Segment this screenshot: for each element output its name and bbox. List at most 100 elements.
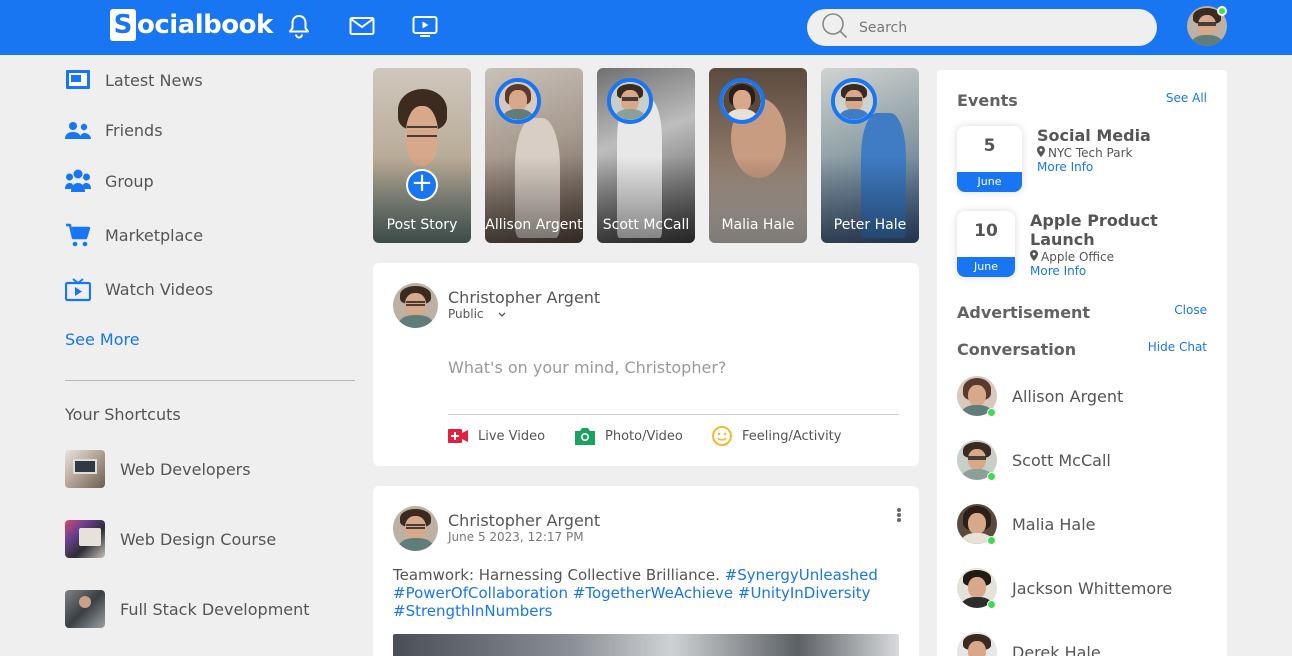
tv-icon	[65, 276, 91, 302]
feeling-activity-button[interactable]: Feeling/Activity	[712, 426, 841, 446]
more-info-link[interactable]: More Info	[1030, 264, 1210, 278]
shortcut-web-developers[interactable]: Web Developers	[65, 450, 251, 488]
shortcut-label: Web Design Course	[120, 529, 277, 549]
socialbook-logo[interactable]: S ocialbook	[110, 9, 273, 41]
post-image[interactable]	[393, 634, 899, 656]
sidebar-item-friends[interactable]: Friends	[65, 115, 163, 145]
shortcut-thumbnail	[65, 450, 105, 488]
logo-text: ocialbook	[137, 10, 273, 40]
contact-allison-argent[interactable]: Allison Argent	[957, 376, 1124, 417]
story-avatar	[607, 78, 653, 124]
story-name: Malia Hale	[721, 217, 795, 233]
sidebar-item-label: Watch Videos	[105, 279, 214, 299]
hashtag[interactable]: #SynergyUnleashed	[725, 566, 878, 584]
contact-name: Scott McCall	[1012, 450, 1111, 470]
privacy-selector[interactable]: Public	[448, 307, 600, 321]
shortcut-full-stack-development[interactable]: Full Stack Development	[65, 590, 310, 628]
post-text: Teamwork: Harnessing Collective Brillian…	[393, 566, 720, 584]
location-pin-icon	[1037, 146, 1045, 160]
video-icon[interactable]	[411, 13, 441, 39]
hashtag[interactable]: #TogetherWeAchieve	[573, 584, 733, 602]
logo-mark: S	[110, 9, 136, 41]
event-location-text: Apple Office	[1041, 250, 1115, 264]
action-label: Live Video	[478, 428, 546, 444]
see-more-link[interactable]: See More	[65, 330, 140, 349]
story-allison-argent[interactable]: Allison Argent	[485, 68, 583, 243]
profile-avatar[interactable]	[1187, 6, 1227, 46]
story-post-story[interactable]: + Post Story	[373, 68, 471, 243]
sidebar-divider	[65, 380, 355, 381]
cart-icon	[65, 222, 91, 248]
right-sidebar: Events See All 5 June Social Media NYC T…	[937, 70, 1227, 656]
online-indicator	[987, 536, 996, 545]
shortcut-web-design-course[interactable]: Web Design Course	[65, 520, 276, 558]
post-timestamp: June 5 2023, 12:17 PM	[448, 530, 584, 544]
sidebar-item-label: Marketplace	[105, 225, 204, 245]
shortcut-thumbnail	[65, 590, 105, 628]
search-bar[interactable]	[807, 9, 1157, 46]
add-story-button[interactable]: +	[406, 169, 438, 201]
story-peter-hale[interactable]: Peter Hale	[821, 68, 919, 243]
avatar[interactable]	[393, 283, 438, 328]
photo-video-button[interactable]: Photo/Video	[575, 426, 683, 446]
action-label: Feeling/Activity	[742, 428, 842, 444]
event-date: 5 June	[957, 126, 1022, 192]
contact-scott-mccall[interactable]: Scott McCall	[957, 440, 1111, 481]
sidebar-item-label: Group	[105, 171, 154, 191]
hashtag[interactable]: #PowerOfCollaboration	[393, 584, 568, 602]
post-author: Christopher Argent June 5 2023, 12:17 PM	[393, 506, 600, 551]
sidebar-item-label: Latest News	[105, 70, 203, 90]
contact-derek-hale[interactable]: Derek Hale	[957, 632, 1101, 656]
notification-bell-icon[interactable]	[285, 13, 315, 39]
post-text-input[interactable]: What's on your mind, Christopher?	[448, 358, 726, 377]
shortcut-label: Web Developers	[120, 459, 251, 479]
contact-name: Allison Argent	[1012, 386, 1124, 406]
hashtag[interactable]: #UnityInDiversity	[738, 584, 871, 602]
search-input[interactable]	[859, 19, 1139, 36]
sidebar-item-watch-videos[interactable]: Watch Videos	[65, 274, 213, 304]
author-name[interactable]: Christopher Argent	[448, 511, 600, 530]
advertisement-heading: Advertisement	[957, 303, 1091, 322]
see-all-link[interactable]: See All	[1166, 91, 1207, 105]
event-day: 10	[974, 221, 998, 241]
composer-user: Christopher Argent Public	[393, 283, 600, 328]
more-info-link[interactable]: More Info	[1037, 160, 1151, 174]
sidebar-item-label: Friends	[105, 120, 163, 140]
shortcut-thumbnail	[65, 520, 105, 558]
live-video-icon	[448, 426, 468, 446]
close-ad-link[interactable]: Close	[1174, 303, 1207, 317]
contact-malia-hale[interactable]: Malia Hale	[957, 504, 1096, 545]
sidebar-item-latest-news[interactable]: Latest News	[65, 65, 203, 95]
event-location: NYC Tech Park	[1037, 146, 1151, 160]
online-indicator	[1217, 6, 1227, 16]
live-video-button[interactable]: Live Video	[448, 426, 545, 446]
story-avatar	[719, 78, 765, 124]
event-day: 5	[983, 136, 996, 156]
hashtag[interactable]: #StrengthInNumbers	[393, 602, 552, 620]
hide-chat-link[interactable]: Hide Chat	[1148, 340, 1207, 354]
search-icon	[821, 12, 849, 44]
more-options-icon[interactable]	[894, 506, 904, 524]
event-item: 10 June Apple Product Launch Apple Offic…	[957, 211, 1210, 278]
event-location: Apple Office	[1030, 250, 1210, 264]
contact-jackson-whittemore[interactable]: Jackson Whittemore	[957, 568, 1172, 609]
event-month: June	[957, 172, 1022, 192]
privacy-label: Public	[448, 307, 484, 321]
top-navbar: S ocialbook	[0, 0, 1292, 55]
sidebar-item-marketplace[interactable]: Marketplace	[65, 220, 203, 250]
online-indicator	[987, 600, 996, 609]
story-malia-hale[interactable]: Malia Hale	[709, 68, 807, 243]
conversation-heading: Conversation	[957, 340, 1077, 359]
sidebar-item-group[interactable]: Group	[65, 166, 154, 196]
camera-icon	[575, 426, 595, 446]
smiley-icon	[712, 426, 732, 446]
online-indicator	[987, 408, 996, 417]
shortcut-label: Full Stack Development	[120, 599, 310, 619]
news-icon	[65, 67, 91, 93]
story-scott-mccall[interactable]: Scott McCall	[597, 68, 695, 243]
post-card: Christopher Argent June 5 2023, 12:17 PM…	[373, 486, 919, 656]
avatar[interactable]	[393, 506, 438, 551]
user-name: Christopher Argent	[448, 288, 601, 307]
action-label: Photo/Video	[605, 428, 683, 444]
mail-icon[interactable]	[348, 13, 378, 39]
